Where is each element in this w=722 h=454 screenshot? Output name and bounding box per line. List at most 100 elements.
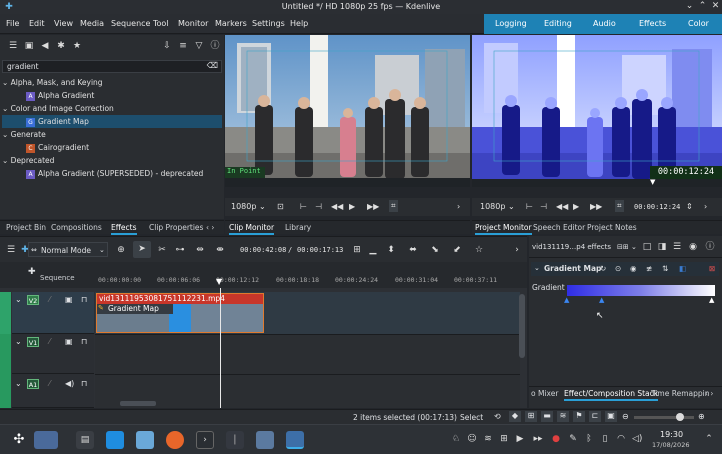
set-out-icon[interactable]: ⊣ (315, 202, 322, 211)
more-icon[interactable]: › (457, 202, 460, 211)
playhead-marker-icon[interactable]: ▼ (650, 179, 658, 186)
tree-category[interactable]: ⌄ Color and Image Correction (2, 102, 222, 115)
overwrite-icon[interactable]: ⬍ (386, 245, 396, 255)
tree-category[interactable]: ⌄ Deprecated (2, 154, 222, 167)
menu-view[interactable]: View (54, 19, 73, 28)
slip-icon[interactable]: ⇼ (215, 245, 225, 255)
effects-icon[interactable]: ⁄ (49, 337, 50, 346)
project-timecode-field[interactable]: 00:00:12:24 (634, 203, 680, 211)
network-icon[interactable]: ⊞ (499, 434, 509, 444)
clip-monitor-ruler[interactable] (225, 178, 470, 187)
collapse-all-icon[interactable]: ☰ (672, 242, 682, 252)
tab-clip-monitor[interactable]: Clip Monitor (229, 223, 275, 235)
effects-search-input[interactable]: gradient ⌫ (2, 60, 222, 73)
task-manager-icon[interactable]: ▤ (76, 431, 94, 449)
tab-speech-editor[interactable]: Speech Editor (533, 223, 585, 232)
tab-project-monitor[interactable]: Project Monitor (475, 223, 532, 235)
delete-effect-icon[interactable]: ⊠ (709, 264, 715, 273)
workspace-color[interactable]: Color (688, 19, 709, 28)
save-stack-icon[interactable]: □ (642, 242, 652, 252)
visibility-icon[interactable]: ◉ (630, 264, 637, 273)
mute-icon[interactable]: ◀) (65, 379, 74, 388)
gradient-stop-handle[interactable]: ▲ (564, 296, 569, 304)
effects-icon[interactable]: ⁄ (49, 379, 50, 388)
tab-library[interactable]: Library (285, 223, 311, 232)
next-icon[interactable]: ▸▸ (533, 434, 543, 444)
gradient-preview-bar[interactable] (567, 285, 715, 296)
lock-icon[interactable]: ⊓ (81, 295, 87, 304)
more-icon[interactable]: › (704, 202, 707, 211)
tree-item[interactable]: C Cairogradient (2, 141, 222, 154)
ripple-toggle-icon[interactable]: ⊏ (589, 411, 601, 422)
tab-project-notes[interactable]: Project Notes (587, 223, 637, 232)
record-icon[interactable]: ● (551, 434, 561, 444)
film-icon[interactable]: ▣ (605, 411, 617, 422)
project-monitor-ruler[interactable] (472, 179, 722, 187)
select-tool-button[interactable]: ➤ (133, 241, 151, 258)
overflow-icon[interactable]: › (512, 245, 522, 255)
tab-scroll-arrows[interactable]: ‹ › (206, 223, 214, 232)
tab-scroll-arrows[interactable]: ‹ › (705, 389, 713, 398)
collapse-icon[interactable]: ⌄ (15, 379, 22, 388)
compare-select[interactable]: ⊟⊞ ⌄ (617, 243, 637, 251)
tree-item[interactable]: A Alpha Gradient (SUPERSEDED) - deprecate… (2, 167, 222, 180)
media-play-icon[interactable]: ▶ (515, 434, 525, 444)
download-icon[interactable]: ⇩ (162, 41, 172, 51)
set-in-icon[interactable]: ⊢ (300, 202, 307, 211)
menu-media[interactable]: Media (80, 19, 104, 28)
effect-header-gradient-map[interactable]: ⌄ Gradient Map ↻ ⊙ ◉ ≢ ⇅ ◧ ⊠ (531, 262, 719, 276)
effects-icon[interactable]: ⁄ (49, 295, 50, 304)
zoom-slider[interactable] (634, 416, 694, 419)
reset-icon[interactable]: ↻ (600, 264, 606, 273)
split-compare-icon[interactable]: ◨ (657, 242, 667, 252)
play-icon[interactable]: ▶ (349, 202, 355, 211)
snap-icon[interactable]: ⊞ (352, 245, 362, 255)
menu-settings[interactable]: Settings (252, 19, 285, 28)
brush-app-icon[interactable]: ❘ (226, 431, 244, 449)
audio-effects-icon[interactable]: ◀ (40, 41, 50, 51)
razor-icon[interactable]: ✂ (157, 245, 167, 255)
workspace-editing[interactable]: Editing (544, 19, 572, 28)
clip-monitor-view[interactable]: In Point (225, 35, 470, 187)
close-icon[interactable]: ✕ (710, 1, 721, 12)
favorites-icon[interactable]: ★ (72, 41, 82, 51)
params-icon[interactable]: ≢ (646, 264, 652, 273)
menu-icon[interactable]: ☰ (6, 245, 16, 255)
lock-icon[interactable]: ⊓ (81, 337, 87, 346)
user-icon[interactable]: ☺ (467, 434, 477, 444)
settings-icon[interactable]: ≡ (178, 41, 188, 51)
zoom-in-icon[interactable]: ⊕ (698, 412, 705, 421)
timeline-position[interactable]: 00:00:42:08 (240, 246, 286, 254)
tab-effects[interactable]: Effects (111, 223, 137, 235)
playhead-icon[interactable]: ▼ (216, 277, 222, 286)
menu-sequence[interactable]: Sequence (111, 19, 150, 28)
hide-track-icon[interactable]: ▣ (65, 295, 73, 304)
project-monitor-view[interactable]: 00:00:12:24 ▼ (472, 35, 722, 187)
zoom-out-icon[interactable]: ⊖ (622, 412, 629, 421)
discover-icon[interactable] (106, 431, 124, 449)
marker-icon[interactable]: ⊕ (116, 245, 126, 255)
tag-icon[interactable]: ◆ (509, 411, 521, 422)
tab-effect-composition-stack[interactable]: Effect/Composition Stack (564, 389, 659, 401)
fullscreen-icon[interactable]: ⊡ (277, 202, 284, 211)
collapse-icon[interactable]: ⌄ (15, 295, 22, 304)
minimize-icon[interactable]: ⌄ (684, 1, 695, 12)
tab-project-bin[interactable]: Project Bin (6, 223, 46, 232)
clip-zoom-select[interactable]: 1080p ⌄ (231, 202, 266, 211)
horizontal-scrollbar[interactable] (120, 401, 156, 406)
tree-category[interactable]: ⌄ Generate (2, 128, 222, 141)
thumbnails-icon[interactable]: ▬ (541, 411, 553, 422)
track-lane-v1[interactable] (95, 334, 520, 374)
lift-icon[interactable]: ▁ (368, 245, 378, 255)
set-out-icon[interactable]: ⊣ (540, 202, 547, 211)
track-lane-a1[interactable] (95, 374, 520, 408)
menu-edit[interactable]: Edit (29, 19, 45, 28)
clipboard-icon[interactable]: ▯ (600, 434, 610, 444)
desktop-pager-icon[interactable] (34, 431, 58, 449)
wifi-icon[interactable]: ◠ (616, 434, 626, 444)
gradient-stop-handle[interactable]: ▲ (599, 296, 604, 304)
filter-icon[interactable]: ▽ (194, 41, 204, 51)
menu-file[interactable]: File (6, 19, 19, 28)
custom-effects-icon[interactable]: ✱ (56, 41, 66, 51)
kdenlive-taskbar-icon[interactable] (286, 431, 304, 449)
